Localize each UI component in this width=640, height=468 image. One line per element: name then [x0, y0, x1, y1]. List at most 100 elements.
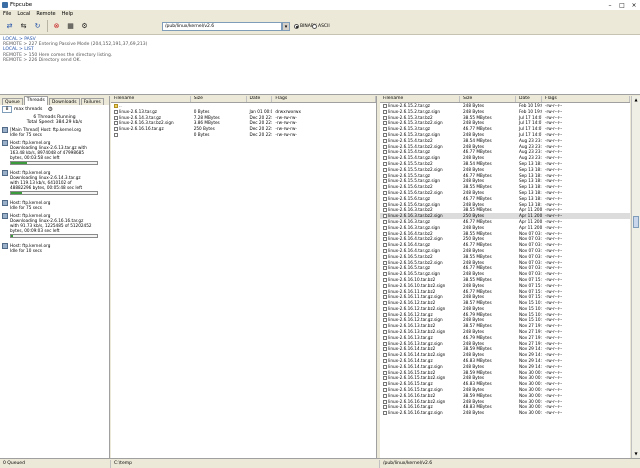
maximize-button[interactable]: □: [616, 1, 628, 10]
file-name-text: ..: [119, 103, 122, 108]
file-icon: [383, 161, 387, 166]
file-icon: [383, 347, 387, 352]
file-icon: [383, 359, 387, 364]
menu-file[interactable]: File: [3, 11, 11, 17]
local-col-date[interactable]: Date: [247, 96, 273, 102]
file-icon: [383, 138, 387, 143]
file-name-text: linux-2.6.16.16.tar.gz: [388, 404, 433, 410]
file-name-text: linux-2.6.15.2.tar.gz.sign: [388, 108, 440, 114]
file-flags: -rw-rw-rw-: [275, 131, 297, 137]
status-tabs: Queue Threads Downloads Failures: [0, 96, 109, 105]
thread-text: Host: ftp.kernel.org Idle for 75 secs: [10, 200, 50, 210]
bookmark-icon[interactable]: ▦: [64, 20, 77, 32]
thread-item[interactable]: Host: ftp.kernel.org Downloading linux-2.…: [2, 170, 107, 197]
file-name-text: linux-2.6.16.12.tar.bz2: [388, 300, 436, 306]
file-icon: [114, 127, 118, 132]
local-col-filename[interactable]: Filename: [111, 96, 191, 102]
thread-controls: 8 max threads ⚙: [0, 105, 109, 114]
file-name-text: linux-2.6.15.4.tar.gz: [388, 149, 431, 155]
max-threads-stepper[interactable]: 8: [2, 106, 12, 113]
file-icon: [383, 306, 387, 311]
file-icon: [383, 109, 387, 114]
binary-radio-dot: [294, 24, 299, 29]
file-name-text: linux-2.6.15.2.tar.gz: [388, 103, 431, 108]
file-name-text: linux-2.6.15.4.tar.bz2.sign: [388, 143, 443, 149]
file-icon: [383, 341, 387, 346]
scroll-down-icon[interactable]: ▼: [632, 450, 640, 458]
menu-remote[interactable]: Remote: [36, 11, 55, 17]
disconnect-icon[interactable]: ⇆: [17, 20, 30, 32]
thread-item[interactable]: Host: ftp.kernel.org Idle for 75 secs: [2, 200, 107, 210]
file-icon: [383, 330, 387, 335]
file-icon: [383, 185, 387, 190]
settings-icon[interactable]: ⚙: [46, 106, 54, 114]
menu-local[interactable]: Local: [17, 11, 30, 17]
file-name-text: linux-2.6.16.3.tar.bz2.sign: [388, 213, 443, 219]
file-row[interactable]: 0 Bytes Dec 20 22:49-rw-rw-rw-: [111, 132, 376, 138]
file-icon: [383, 248, 387, 253]
file-icon: [383, 115, 387, 120]
settings-icon[interactable]: ⚙: [78, 20, 91, 32]
thread-item[interactable]: Host: ftp.kernel.org Downloading linux-2.…: [2, 140, 107, 167]
file-icon: [383, 277, 387, 282]
file-name-text: linux-2.6.16.14.tar.bz2: [388, 346, 436, 352]
remote-col-filename[interactable]: Filename: [380, 96, 460, 102]
file-date: Nov 30 00:40: [519, 410, 542, 416]
menu-bar: File Local Remote Help: [0, 10, 640, 18]
abort-icon[interactable]: ⊗: [50, 20, 63, 32]
thread-progress-bar: [10, 191, 98, 195]
file-icon: [383, 219, 387, 224]
file-icon: [383, 173, 387, 178]
thread-item[interactable]: Host: ftp.kernel.org Downloading linux-2.…: [2, 213, 107, 240]
ascii-radio-label: ASCII: [318, 24, 330, 29]
close-button[interactable]: ×: [628, 1, 640, 10]
window-title: Ftpcube: [10, 2, 33, 8]
reconnect-icon[interactable]: ↻: [31, 20, 44, 32]
remote-col-size[interactable]: Size: [460, 96, 516, 102]
thread-icon: [2, 213, 8, 219]
file-name-text: linux-2.6.16.13.tar.bz2: [388, 323, 436, 329]
remote-scrollbar[interactable]: ▲ ▼: [631, 96, 640, 458]
local-file-panel: Filename Size Date Flags .. linux-2.6.13.…: [111, 96, 377, 458]
file-row[interactable]: linux-2.6.16.16.tar.gz.sign 248 Bytes Nov …: [380, 410, 630, 416]
file-name-text: linux-2.6.15.6.tar.bz2.sign: [388, 189, 443, 195]
thread-item[interactable]: Host: ftp.kernel.org Idle for 10 secs: [2, 243, 107, 253]
connect-icon[interactable]: ⇄: [3, 20, 16, 32]
ascii-radio[interactable]: ASCII: [312, 24, 330, 29]
scroll-up-icon[interactable]: ▲: [632, 96, 640, 104]
app-icon: [2, 2, 8, 8]
minimize-button[interactable]: –: [604, 1, 616, 10]
file-icon: [383, 150, 387, 155]
local-header: Filename Size Date Flags: [111, 96, 376, 103]
file-icon: [383, 318, 387, 323]
file-name-text: linux-2.6.16.14.tar.bz2.sign: [388, 352, 446, 358]
file-size: 0 Bytes: [193, 131, 210, 137]
file-icon: [114, 109, 118, 114]
file-icon: [383, 364, 387, 369]
file-name-text: linux-2.6.16.15.tar.gz.sign: [388, 387, 443, 393]
remote-col-flags[interactable]: Flags: [542, 96, 630, 102]
file-name-text: linux-2.6.15.3.tar.gz.sign: [388, 131, 440, 137]
thread-stats: 6 Threads Running Total Speed: 384.29 kb…: [0, 115, 109, 125]
thread-icon: [2, 170, 8, 176]
tab-downloads[interactable]: Downloads: [48, 98, 80, 105]
remote-path-input[interactable]: /pub/linux/kernel/v2.6: [162, 22, 282, 31]
local-col-size[interactable]: Size: [191, 96, 247, 102]
tab-failures[interactable]: Failures: [80, 98, 104, 105]
file-name-text: linux-2.6.16.3.tar.gz.sign: [388, 224, 440, 230]
menu-help[interactable]: Help: [62, 11, 73, 17]
remote-col-date[interactable]: Date: [516, 96, 542, 102]
local-col-flags[interactable]: Flags: [272, 96, 376, 102]
file-name-text: linux-2.6.14.3.tar.gz: [119, 114, 162, 120]
file-name-text: linux-2.6.16.15.tar.gz: [388, 381, 433, 387]
queue-status: 0 Queued: [0, 459, 111, 468]
tab-queue[interactable]: Queue: [2, 98, 23, 105]
file-name-text: linux-2.6.16.16.tar.gz: [119, 126, 164, 132]
thread-item[interactable]: [Main Thread] Host: ftp.kernel.org Idle f…: [2, 127, 107, 137]
tab-threads[interactable]: Threads: [23, 96, 48, 105]
scroll-thumb[interactable]: [633, 216, 639, 228]
file-icon: [383, 202, 387, 207]
file-icon: [383, 214, 387, 219]
file-icon: [383, 179, 387, 184]
path-dropdown-button[interactable]: ▾: [282, 22, 290, 31]
